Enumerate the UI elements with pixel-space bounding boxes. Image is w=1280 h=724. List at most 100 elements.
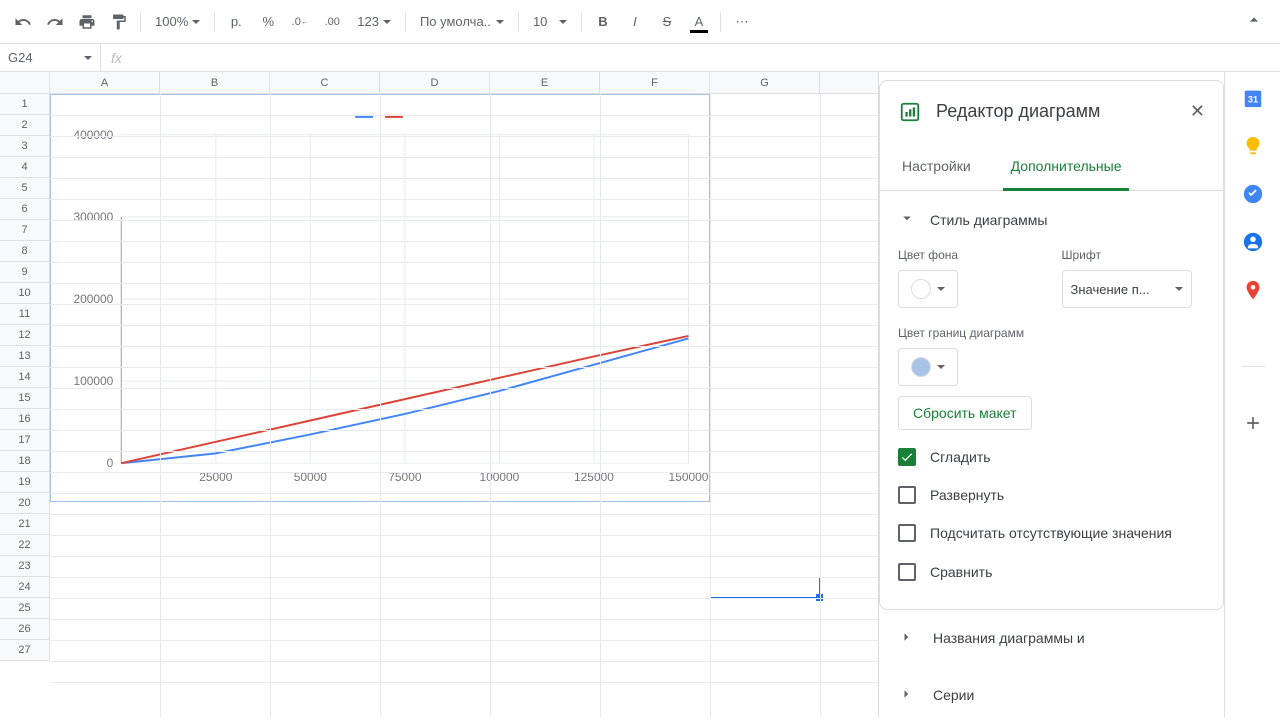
row-header[interactable]: 9: [0, 262, 49, 283]
undo-button[interactable]: [8, 7, 38, 37]
row-header[interactable]: 22: [0, 535, 49, 556]
row-header[interactable]: 12: [0, 325, 49, 346]
sidebar-title: Редактор диаграмм: [936, 101, 1172, 122]
side-panel: 31: [1224, 72, 1280, 717]
decrease-decimal-button[interactable]: .0←: [285, 7, 315, 37]
chart-icon: [898, 100, 922, 124]
row-header[interactable]: 8: [0, 241, 49, 262]
add-addon-icon[interactable]: [1241, 411, 1265, 435]
section-chart-titles[interactable]: Названия диаграммы и: [879, 610, 1224, 667]
font-select[interactable]: По умолча...: [412, 8, 512, 36]
row-header[interactable]: 14: [0, 367, 49, 388]
redo-button[interactable]: [40, 7, 70, 37]
row-header[interactable]: 7: [0, 220, 49, 241]
border-color-picker[interactable]: [898, 348, 958, 386]
col-header[interactable]: F: [600, 72, 710, 93]
row-header[interactable]: 5: [0, 178, 49, 199]
svg-text:0: 0: [107, 456, 114, 470]
svg-text:300000: 300000: [73, 210, 113, 224]
col-header[interactable]: D: [380, 72, 490, 93]
row-header[interactable]: 3: [0, 136, 49, 157]
col-header[interactable]: C: [270, 72, 380, 93]
col-header[interactable]: G: [710, 72, 820, 93]
row-header[interactable]: 10: [0, 283, 49, 304]
chevron-down-icon: [898, 209, 916, 230]
tab-customize[interactable]: Дополнительные: [1003, 144, 1130, 191]
italic-button[interactable]: I: [620, 7, 650, 37]
contacts-icon[interactable]: [1241, 230, 1265, 254]
calendar-icon[interactable]: 31: [1241, 86, 1265, 110]
percent-button[interactable]: %: [253, 7, 283, 37]
checkbox-smooth[interactable]: [898, 448, 916, 466]
svg-text:400000: 400000: [73, 128, 113, 142]
section-series[interactable]: Серии: [879, 667, 1224, 724]
zoom-select[interactable]: 100%: [147, 8, 208, 36]
row-header[interactable]: 15: [0, 388, 49, 409]
bold-button[interactable]: B: [588, 7, 618, 37]
select-all-corner[interactable]: [0, 72, 50, 94]
row-header[interactable]: 2: [0, 115, 49, 136]
chart-editor-sidebar: Редактор диаграмм ✕ Настройки Дополнител…: [878, 72, 1224, 717]
checkbox-compare-label: Сравнить: [930, 563, 992, 581]
strike-button[interactable]: S: [652, 7, 682, 37]
row-header[interactable]: 16: [0, 409, 49, 430]
formula-bar[interactable]: [132, 44, 1280, 71]
row-header[interactable]: 23: [0, 556, 49, 577]
chart-font-select[interactable]: Значение п...: [1062, 270, 1192, 308]
row-header[interactable]: 25: [0, 598, 49, 619]
series-section-label: Серии: [933, 687, 974, 703]
active-cell[interactable]: [710, 577, 820, 598]
chevron-right-icon: [897, 628, 915, 649]
name-box[interactable]: G24: [0, 50, 100, 65]
row-header[interactable]: 20: [0, 493, 49, 514]
keep-icon[interactable]: [1241, 134, 1265, 158]
section-title-label: Стиль диаграммы: [930, 212, 1047, 228]
tasks-icon[interactable]: [1241, 182, 1265, 206]
print-button[interactable]: [72, 7, 102, 37]
spreadsheet-grid[interactable]: ABCDEFG 12345678910111213141516171819202…: [0, 72, 878, 717]
checkbox-compare[interactable]: [898, 563, 916, 581]
collapse-toolbar-button[interactable]: [1244, 10, 1264, 33]
checkbox-plot-null[interactable]: [898, 524, 916, 542]
toolbar: 100% р. % .0← .00 123 По умолча... 10 B …: [0, 0, 1280, 44]
section-chart-style[interactable]: Стиль диаграммы: [898, 205, 1205, 234]
row-header[interactable]: 19: [0, 472, 49, 493]
row-header[interactable]: 11: [0, 304, 49, 325]
row-header[interactable]: 26: [0, 619, 49, 640]
row-header[interactable]: 1: [0, 94, 49, 115]
svg-text:100000: 100000: [73, 374, 113, 388]
row-header[interactable]: 21: [0, 514, 49, 535]
increase-decimal-button[interactable]: .00: [317, 7, 347, 37]
reset-layout-button[interactable]: Сбросить макет: [898, 396, 1032, 430]
row-header[interactable]: 6: [0, 199, 49, 220]
checkbox-smooth-label: Сгладить: [930, 448, 991, 466]
svg-text:31: 31: [1247, 95, 1257, 105]
checkbox-maximize-label: Развернуть: [930, 486, 1004, 504]
more-toolbar-button[interactable]: ⋯: [727, 7, 757, 37]
col-header[interactable]: B: [160, 72, 270, 93]
col-header[interactable]: E: [490, 72, 600, 93]
font-label: Шрифт: [1062, 248, 1206, 262]
bg-color-label: Цвет фона: [898, 248, 1042, 262]
close-button[interactable]: ✕: [1186, 97, 1209, 126]
font-size-select[interactable]: 10: [525, 8, 575, 36]
formula-row: G24 fx: [0, 44, 1280, 72]
more-formats-select[interactable]: 123: [349, 8, 399, 36]
col-header[interactable]: A: [50, 72, 160, 93]
bg-color-picker[interactable]: [898, 270, 958, 308]
titles-section-label: Названия диаграммы и: [933, 630, 1085, 646]
tab-settings[interactable]: Настройки: [894, 144, 979, 190]
checkbox-plot-null-label: Подсчитать отсутствующие значения: [930, 524, 1172, 542]
row-header[interactable]: 4: [0, 157, 49, 178]
row-header[interactable]: 13: [0, 346, 49, 367]
currency-button[interactable]: р.: [221, 7, 251, 37]
checkbox-maximize[interactable]: [898, 486, 916, 504]
chevron-right-icon: [897, 685, 915, 706]
text-color-button[interactable]: A: [684, 7, 714, 37]
row-header[interactable]: 17: [0, 430, 49, 451]
row-header[interactable]: 27: [0, 640, 49, 661]
row-header[interactable]: 18: [0, 451, 49, 472]
row-header[interactable]: 24: [0, 577, 49, 598]
maps-icon[interactable]: [1241, 278, 1265, 302]
paint-format-button[interactable]: [104, 7, 134, 37]
